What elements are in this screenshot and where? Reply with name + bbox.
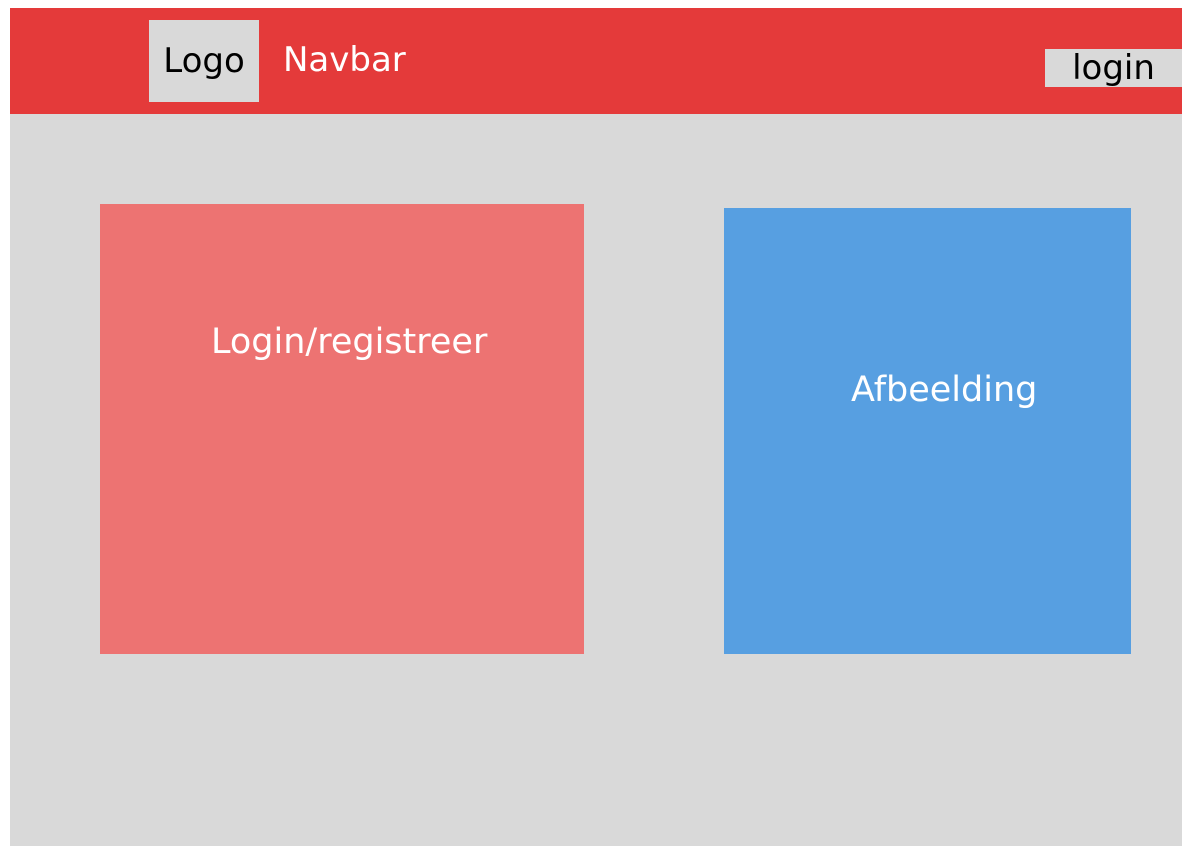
navbar: Logo Navbar login: [10, 8, 1182, 114]
image-placeholder: Afbeelding: [724, 208, 1131, 654]
login-register-panel[interactable]: Login/registreer: [100, 204, 584, 654]
logo[interactable]: Logo: [149, 20, 259, 102]
login-button[interactable]: login: [1045, 48, 1182, 88]
navbar-title: Navbar: [283, 40, 406, 80]
logo-label: Logo: [163, 41, 245, 81]
login-register-label: Login/registreer: [211, 322, 488, 362]
image-placeholder-label: Afbeelding: [851, 370, 1038, 410]
login-button-label: login: [1072, 48, 1155, 88]
page-frame: Logo Navbar login Login/registreer Afbee…: [10, 8, 1182, 846]
